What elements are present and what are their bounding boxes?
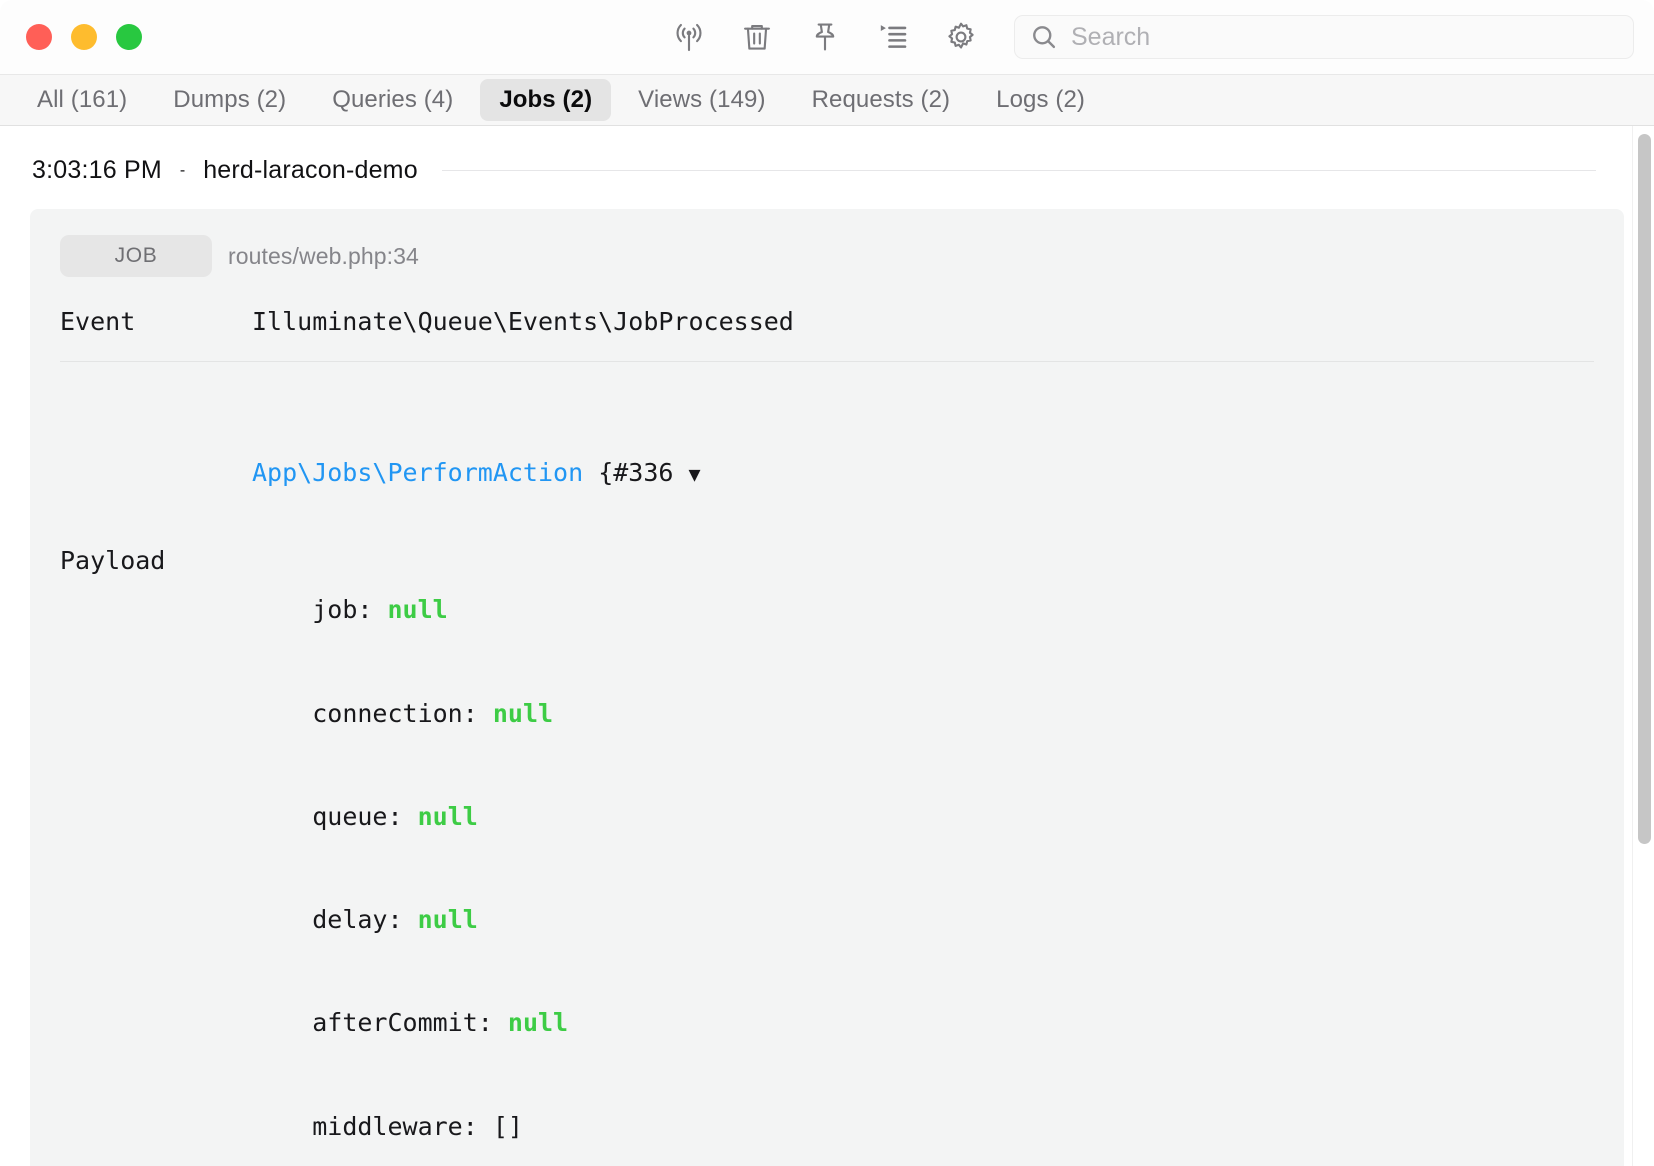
tab-requests[interactable]: Requests (2) bbox=[793, 79, 970, 121]
payload-class-line[interactable]: App\Jobs\PerformAction {#336 ▼ bbox=[252, 455, 1594, 491]
pin-icon[interactable] bbox=[806, 18, 844, 56]
payload-prop-key: job bbox=[312, 595, 358, 625]
gear-icon[interactable] bbox=[942, 18, 980, 56]
tab-all[interactable]: All (161) bbox=[18, 79, 146, 121]
payload-row: Payload App\Jobs\PerformAction {#336 ▼ j… bbox=[60, 388, 1594, 1166]
group-separator: - bbox=[179, 161, 186, 179]
tab-views[interactable]: Views (149) bbox=[619, 79, 784, 121]
payload-prop-value: null bbox=[417, 905, 478, 934]
payload-object-id: {#336 bbox=[598, 458, 674, 488]
close-window-button[interactable] bbox=[26, 24, 52, 50]
vertical-scrollbar[interactable] bbox=[1632, 126, 1654, 1166]
job-entry-card[interactable]: JOB routes/web.php:34 Event Illuminate\Q… bbox=[30, 209, 1624, 1166]
payload-prop-value: [] bbox=[492, 1111, 523, 1141]
payload-prop-value: null bbox=[417, 801, 478, 831]
tab-queries[interactable]: Queries (4) bbox=[313, 79, 472, 121]
search-input[interactable] bbox=[1071, 22, 1619, 52]
chevron-down-icon[interactable]: ▼ bbox=[689, 462, 701, 486]
payload-prop-value: null bbox=[387, 595, 448, 625]
tab-bar: All (161) Dumps (2) Queries (4) Jobs (2)… bbox=[0, 74, 1654, 126]
payload-prop-key: delay bbox=[312, 905, 388, 934]
payload-prop-value: null bbox=[492, 698, 554, 728]
group-app-name: herd-laracon-demo bbox=[203, 156, 418, 184]
payload-prop: afterCommit: null bbox=[312, 1008, 569, 1038]
broadcast-icon[interactable] bbox=[670, 18, 708, 56]
content-area: 3:03:16 PM - herd-laracon-demo JOB route… bbox=[0, 126, 1654, 1166]
source-file-link[interactable]: routes/web.php:34 bbox=[228, 243, 419, 270]
payload-prop: job: null bbox=[312, 595, 448, 625]
scrollbar-thumb[interactable] bbox=[1638, 134, 1651, 844]
app-window: All (161) Dumps (2) Queries (4) Jobs (2)… bbox=[0, 0, 1654, 1166]
event-row: Event Illuminate\Queue\Events\JobProcess… bbox=[60, 305, 1594, 361]
payload-prop-key: afterCommit bbox=[312, 1008, 478, 1038]
payload-prop-key: queue bbox=[312, 801, 388, 831]
payload-prop-value: null bbox=[507, 1008, 569, 1038]
minimize-window-button[interactable] bbox=[71, 24, 97, 50]
status-badge: JOB bbox=[60, 235, 212, 277]
collapse-icon[interactable] bbox=[874, 18, 912, 56]
group-rule bbox=[441, 170, 1596, 171]
payload-class-name: App\Jobs\PerformAction bbox=[252, 458, 584, 488]
entry-header: JOB routes/web.php:34 bbox=[60, 235, 1594, 277]
payload-prop: middleware: [] bbox=[312, 1111, 523, 1141]
group-timestamp: 3:03:16 PM bbox=[32, 156, 162, 184]
search-box[interactable] bbox=[1014, 15, 1634, 59]
event-label: Event bbox=[60, 307, 136, 336]
group-header: 3:03:16 PM - herd-laracon-demo bbox=[0, 126, 1654, 185]
payload-prop: delay: null bbox=[312, 905, 478, 934]
payload-prop-key: middleware bbox=[312, 1111, 463, 1141]
payload-label: Payload bbox=[60, 545, 166, 575]
tab-dumps[interactable]: Dumps (2) bbox=[154, 79, 305, 121]
trash-icon[interactable] bbox=[738, 18, 776, 56]
payload-prop: queue: null bbox=[312, 801, 478, 831]
event-value: Illuminate\Queue\Events\JobProcessed bbox=[252, 307, 794, 336]
payload-value: App\Jobs\PerformAction {#336 ▼ job: null… bbox=[252, 388, 1594, 1166]
title-bar bbox=[0, 0, 1654, 74]
tab-jobs[interactable]: Jobs (2) bbox=[480, 79, 612, 121]
toolbar bbox=[670, 15, 1634, 59]
row-divider bbox=[60, 360, 1594, 362]
traffic-lights bbox=[26, 24, 142, 50]
payload-prop: connection: null bbox=[312, 698, 554, 728]
search-icon bbox=[1029, 22, 1059, 52]
payload-prop-key: connection bbox=[312, 698, 463, 728]
maximize-window-button[interactable] bbox=[116, 24, 142, 50]
tab-logs[interactable]: Logs (2) bbox=[977, 79, 1104, 121]
